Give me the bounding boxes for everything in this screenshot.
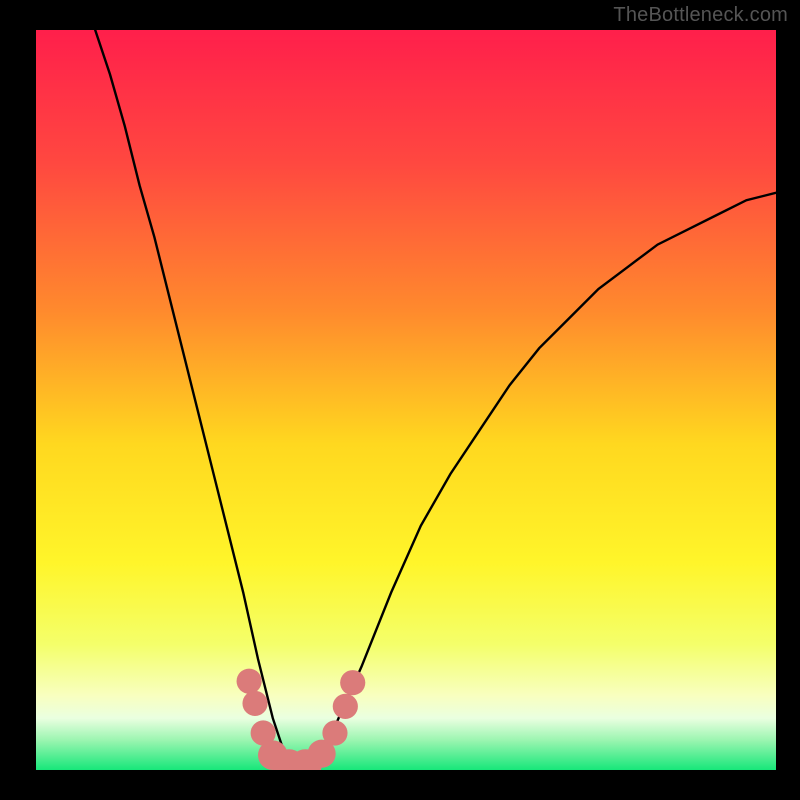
chart-frame: TheBottleneck.com — [0, 0, 800, 800]
marker-dot — [322, 720, 347, 745]
marker-dot — [237, 669, 262, 694]
gradient-background — [36, 30, 776, 770]
plot-area — [36, 30, 776, 770]
marker-dot — [333, 694, 358, 719]
chart-svg — [36, 30, 776, 770]
watermark-label: TheBottleneck.com — [613, 4, 788, 27]
marker-dot — [242, 691, 267, 716]
marker-dot — [340, 670, 365, 695]
